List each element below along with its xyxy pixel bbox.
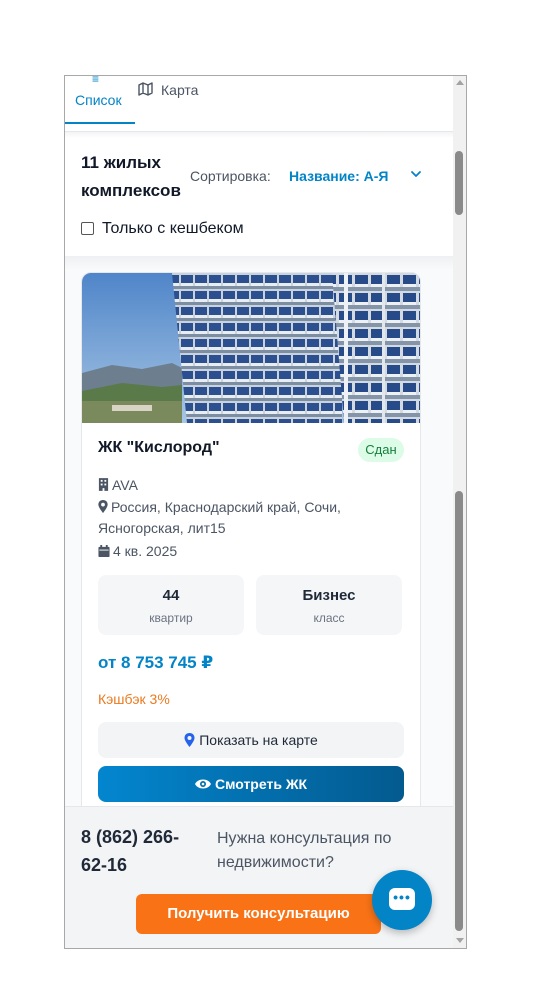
developer-row: AVA bbox=[98, 475, 138, 496]
header-shadow bbox=[65, 256, 453, 270]
cashback-checkbox[interactable] bbox=[81, 222, 94, 235]
scroll-thumb[interactable] bbox=[455, 491, 463, 931]
sort-select[interactable]: Название: А-Я bbox=[289, 168, 388, 184]
complex-photo bbox=[82, 273, 420, 423]
embedded-widget-frame: ≡ Список Карта 11 жилых комплексов Сорти… bbox=[64, 75, 467, 949]
address-row: Россия, Краснодарский край, Сочи, Ясного… bbox=[98, 497, 398, 539]
chat-button[interactable]: ••• bbox=[372, 870, 432, 930]
stat-value: Бизнес bbox=[302, 587, 356, 604]
scroll-down-arrow-icon[interactable] bbox=[456, 938, 464, 943]
view-complex-label: Смотреть ЖК bbox=[214, 776, 308, 792]
tab-list[interactable]: ≡ Список bbox=[65, 76, 135, 124]
stat-caption: квартир bbox=[149, 611, 193, 625]
stat-caption: класс bbox=[313, 611, 345, 625]
chevron-down-icon[interactable] bbox=[410, 168, 422, 180]
map-pin-icon bbox=[184, 733, 195, 747]
tab-map-label: Карта bbox=[161, 82, 199, 98]
view-tabs: ≡ Список Карта bbox=[65, 76, 453, 132]
stat-apartments: 44 квартир bbox=[98, 575, 244, 635]
show-on-map-label: Показать на карте bbox=[199, 732, 318, 748]
completion-date: 4 кв. 2025 bbox=[113, 543, 178, 559]
scrollbar[interactable] bbox=[453, 76, 466, 948]
scroll-up-arrow-icon[interactable] bbox=[456, 80, 464, 85]
cashback-tag: Кэшбэк 3% bbox=[98, 691, 170, 707]
phone-number[interactable]: 8 (862) 266-62-16 bbox=[81, 823, 201, 879]
consultation-text: Нужна консультация по недвижимости? bbox=[217, 830, 392, 871]
widget-viewport: ≡ Список Карта 11 жилых комплексов Сорти… bbox=[65, 76, 453, 948]
price: от 8 753 745 ₽ bbox=[98, 653, 214, 672]
stat-class: Бизнес класс bbox=[256, 575, 402, 635]
show-on-map-button[interactable]: Показать на карте bbox=[98, 722, 404, 758]
cashback-filter-label: Только с кешбеком bbox=[102, 220, 244, 237]
building-icon bbox=[98, 478, 109, 491]
map-icon bbox=[138, 82, 153, 96]
status-badge: Сдан bbox=[358, 438, 404, 462]
scroll-thumb-inner[interactable] bbox=[455, 151, 463, 215]
stat-value: 44 bbox=[162, 587, 180, 604]
tab-list-label: Список bbox=[75, 92, 122, 108]
address-text: Россия, Краснодарский край, Сочи, Ясного… bbox=[98, 499, 341, 536]
map-pin-icon bbox=[98, 500, 108, 513]
get-consultation-button[interactable]: Получить консультацию bbox=[136, 894, 381, 934]
completion-row: 4 кв. 2025 bbox=[98, 541, 177, 562]
list-icon: ≡ bbox=[92, 76, 100, 86]
calendar-icon bbox=[98, 545, 110, 557]
developer-name: AVA bbox=[112, 477, 138, 493]
complex-title[interactable]: ЖК "Кислород" bbox=[98, 439, 220, 457]
view-complex-button[interactable]: Смотреть ЖК bbox=[98, 766, 404, 802]
eye-icon bbox=[194, 779, 211, 789]
tabs-shadow bbox=[65, 132, 453, 138]
sort-label: Сортировка: bbox=[190, 168, 271, 184]
results-count: 11 жилых комплексов bbox=[81, 153, 181, 200]
chat-bubble-icon: ••• bbox=[389, 888, 415, 910]
tab-map[interactable]: Карта bbox=[137, 76, 217, 124]
